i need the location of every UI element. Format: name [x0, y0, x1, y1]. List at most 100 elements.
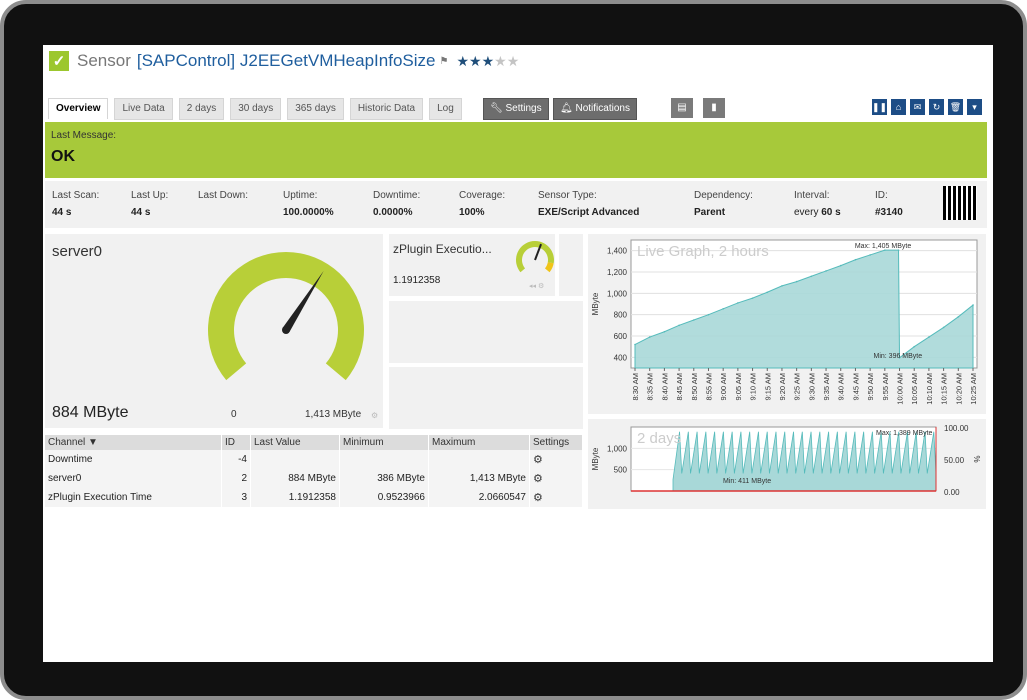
two-day-graph-chart[interactable]: 1,000 500 100.00 50.00 0.00% MByte 2 days Max: …: [588, 419, 986, 509]
data-point: [928, 336, 930, 338]
gear-icon[interactable]: ⚙: [533, 492, 543, 504]
x-tick-label: 8:45 AM: [675, 373, 684, 401]
info-last-down: Last Down:: [198, 190, 248, 207]
info-value: 44 s: [52, 207, 72, 218]
col-id[interactable]: ID: [221, 435, 251, 450]
star-icon[interactable]: ★: [494, 53, 507, 69]
tab-overview[interactable]: Overview: [48, 98, 109, 119]
bell-icon: 🔔︎: [560, 103, 573, 114]
cell-id: 2: [221, 469, 251, 488]
book-icon[interactable]: ▮: [703, 98, 725, 118]
home-icon[interactable]: ⌂: [891, 99, 906, 115]
tab-bar: Overview Live Data 2 days 30 days 365 da…: [48, 98, 468, 120]
notifications-button[interactable]: 🔔︎ Notifications: [553, 98, 637, 120]
gear-icon[interactable]: ⚙: [533, 454, 543, 466]
last-message-bar: Last Message: OK: [45, 122, 987, 178]
comment-icon[interactable]: ▤: [671, 98, 693, 118]
x-tick-label: 8:55 AM: [704, 373, 713, 401]
info-label: ID:: [875, 190, 888, 201]
table-row: server0 2 884 MByte 386 MByte 1,413 MByt…: [45, 469, 583, 488]
x-tick-label: 9:35 AM: [822, 373, 831, 401]
info-interval: Interval: every 60 s: [794, 190, 841, 218]
tab-historic-data[interactable]: Historic Data: [349, 98, 424, 120]
cell-max: [428, 450, 530, 469]
main-gauge: [208, 251, 364, 381]
cell-last: 1.1912358: [250, 488, 340, 507]
live-graph-chart[interactable]: 1,400 1,200 1,000 800 600 400 8:30 AM 8:35 AM 8:…: [588, 234, 986, 414]
tab-log[interactable]: Log: [429, 98, 462, 120]
star-icon[interactable]: ★: [456, 53, 469, 69]
info-value: 100%: [459, 207, 485, 218]
data-point: [692, 319, 695, 321]
star-icon[interactable]: ★: [469, 53, 482, 69]
live-graph-panel: 1,400 1,200 1,000 800 600 400 8:30 AM 8:35 AM 8:…: [588, 234, 986, 414]
flag-icon[interactable]: ⚑: [439, 56, 448, 67]
data-point: [781, 285, 783, 287]
col-minimum[interactable]: Minimum: [339, 435, 429, 450]
y-tick-label: 800: [614, 311, 628, 320]
sensor-info-row: Last Scan: 44 s Last Up: 44 s Last Down: U…: [45, 181, 987, 228]
info-downtime: Downtime: 0.0000%: [373, 190, 420, 218]
y2-tick-label: 0.00: [944, 488, 960, 497]
gauge-value: 884 MByte: [52, 404, 129, 421]
tab-30-days[interactable]: 30 days: [230, 98, 282, 120]
small-gear-icon[interactable]: ◂◂ ⚙: [529, 282, 544, 290]
gauge-arc: [208, 251, 364, 381]
col-maximum[interactable]: Maximum: [428, 435, 530, 450]
qr-code[interactable]: [943, 186, 977, 220]
needle-hub: [282, 326, 290, 334]
empty-panel: [389, 301, 583, 363]
y-tick-label: 1,200: [607, 268, 628, 277]
y2-tick-label: 50.00: [944, 456, 965, 465]
x-tick-label: 10:05 AM: [910, 373, 919, 405]
data-point: [766, 291, 769, 294]
sensor-name[interactable]: [SAPControl] J2EEGetVMHeapInfoSize: [137, 51, 436, 71]
cell-channel[interactable]: server0: [45, 469, 222, 488]
cell-last: [250, 450, 340, 469]
col-settings: Settings: [529, 435, 583, 450]
info-label: Uptime:: [283, 190, 318, 201]
priority-stars[interactable]: ★★★★★: [456, 53, 519, 70]
dropdown-icon[interactable]: ▾: [967, 99, 982, 115]
tab-365-days[interactable]: 365 days: [287, 98, 344, 120]
gear-icon[interactable]: ⚙: [533, 473, 543, 485]
data-point: [663, 330, 666, 333]
two-day-graph-panel: 1,000 500 100.00 50.00 0.00% MByte 2 days Max: …: [588, 419, 986, 509]
info-value: 100.0000%: [283, 207, 334, 218]
data-point: [869, 254, 871, 256]
cell-max: 2.0660547: [428, 488, 530, 507]
pause-icon[interactable]: ❚❚: [872, 99, 887, 115]
data-point: [737, 302, 739, 304]
data-point: [648, 336, 651, 338]
tab-live-data[interactable]: Live Data: [114, 98, 173, 120]
star-icon[interactable]: ★: [507, 53, 520, 69]
info-label: Dependency:: [694, 190, 753, 201]
star-icon[interactable]: ★: [482, 53, 495, 69]
settings-button-label: Settings: [505, 103, 542, 114]
x-tick-label: 10:10 AM: [925, 373, 934, 405]
x-tick-label: 9:50 AM: [866, 373, 875, 401]
cell-settings: ⚙: [529, 450, 583, 469]
settings-button[interactable]: 🔧︎ Settings: [483, 98, 549, 120]
cell-channel[interactable]: zPlugin Execution Time: [45, 488, 222, 507]
info-value[interactable]: Parent: [694, 207, 753, 218]
trash-icon[interactable]: 🗑︎: [948, 99, 963, 115]
y2-tick-label: 100.00: [944, 424, 969, 433]
annotation-max: Max: 1,389 MByte: [876, 430, 933, 437]
info-label: Downtime:: [373, 190, 421, 201]
x-tick-label: 10:00 AM: [896, 373, 905, 405]
y-tick-label: 1,400: [607, 247, 628, 256]
x-tick-label: 8:35 AM: [646, 373, 655, 401]
col-last-value[interactable]: Last Value: [250, 435, 340, 450]
empty-panel: [389, 367, 583, 429]
tab-2-days[interactable]: 2 days: [178, 98, 225, 120]
col-channel[interactable]: Channel ▼: [45, 435, 222, 450]
refresh-icon[interactable]: ↻: [929, 99, 944, 115]
gauge-max: 1,413 MByte: [305, 409, 362, 420]
cell-channel[interactable]: Downtime: [45, 450, 222, 469]
data-point: [810, 275, 813, 278]
gear-icon[interactable]: ⚙: [371, 411, 378, 420]
y2-axis-label: %: [973, 455, 982, 462]
x-tick-label: 10:15 AM: [940, 373, 949, 405]
mail-icon[interactable]: ✉: [910, 99, 925, 115]
